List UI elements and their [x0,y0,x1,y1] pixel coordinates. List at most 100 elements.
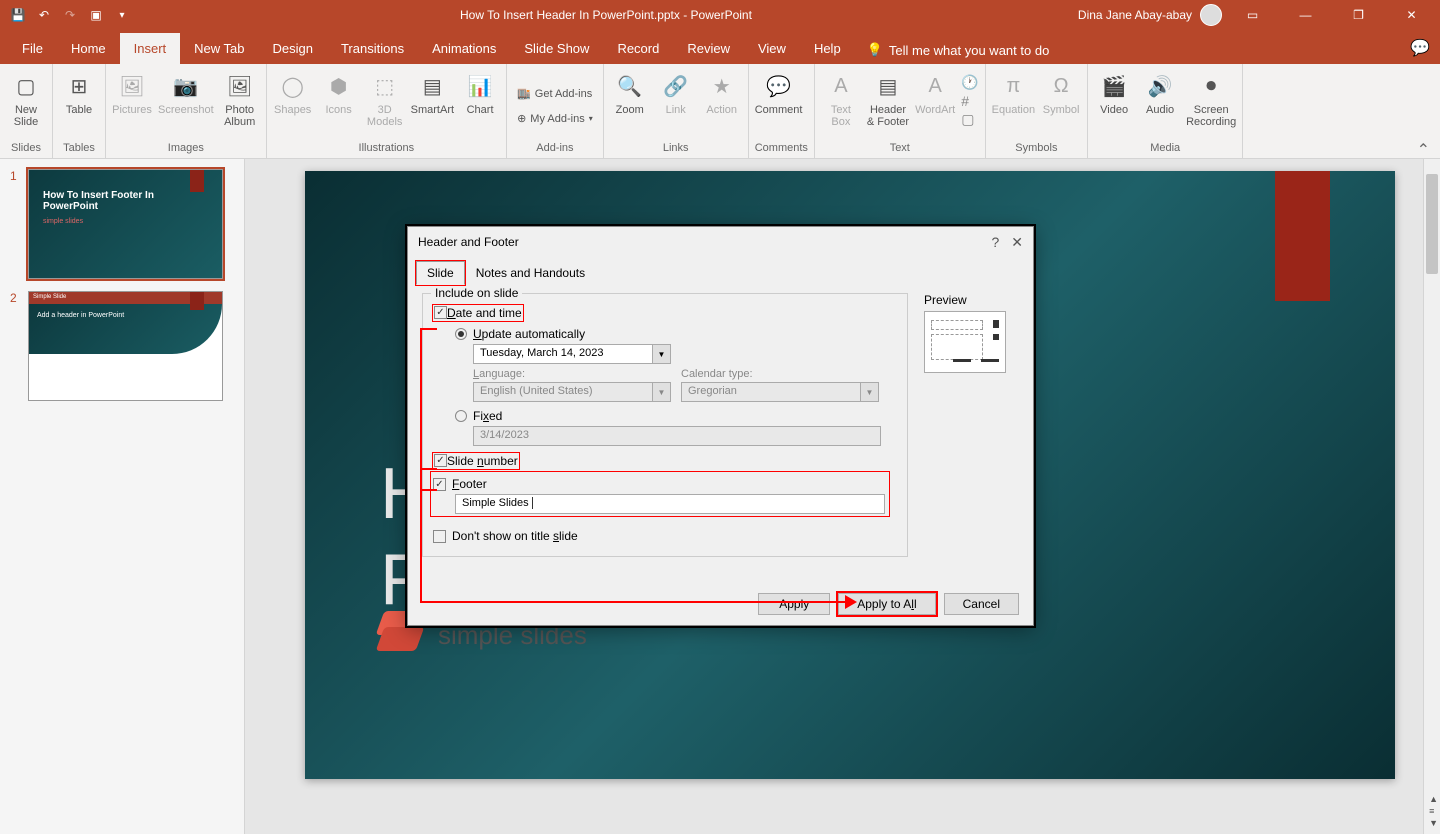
tab-insert[interactable]: Insert [120,33,181,64]
chart-button[interactable]: 📊Chart [460,70,500,116]
chevron-down-icon[interactable]: ▼ [652,345,670,363]
wordart-icon: A [919,70,951,102]
photo-album-icon: 🖼 [224,70,256,102]
group-addins-label: Add-ins [513,142,597,156]
apply-button[interactable]: Apply [758,593,830,615]
link-button[interactable]: 🔗Link [656,70,696,116]
3d-models-button[interactable]: ⬚3D Models [365,70,405,128]
tab-help[interactable]: Help [800,33,855,64]
chevron-down-icon[interactable]: ▼ [860,383,878,401]
ribbon-display-icon[interactable]: ▭ [1230,0,1275,30]
zoom-button[interactable]: 🔍Zoom [610,70,650,116]
group-slides-label: Slides [6,142,46,156]
close-icon[interactable]: ✕ [1389,0,1434,30]
icons-button[interactable]: ⬢Icons [319,70,359,116]
slide-number-checkbox[interactable] [434,454,447,467]
maximize-icon[interactable]: ❐ [1336,0,1381,30]
pictures-button[interactable]: 🖼Pictures [112,70,152,116]
dialog-help-icon[interactable]: ? [991,234,999,251]
video-icon: 🎬 [1098,70,1130,102]
header-footer-button[interactable]: ▤Header & Footer [867,70,909,128]
save-icon[interactable]: 💾 [6,3,30,27]
bulb-icon: 💡 [867,42,883,58]
textbox-button[interactable]: AText Box [821,70,861,128]
dialog-tab-slide[interactable]: Slide [416,261,465,285]
wordart-button[interactable]: AWordArt [915,70,955,116]
get-addins-button[interactable]: 🏬Get Add-ins [513,85,596,102]
thumbnail-2[interactable]: 2 Simple Slide Add a header in PowerPoin… [10,291,234,401]
tab-file[interactable]: File [8,33,57,64]
tab-animations[interactable]: Animations [418,33,510,64]
tab-home[interactable]: Home [57,33,120,64]
shapes-button[interactable]: ◯Shapes [273,70,313,116]
audio-button[interactable]: 🔊Audio [1140,70,1180,116]
tab-view[interactable]: View [744,33,800,64]
fixed-label: Fixed [473,409,502,423]
date-time-icon[interactable]: 🕐 [961,74,978,91]
fit-slide-icon[interactable]: ▲≡▼ [1429,794,1438,828]
annotation-line [420,468,437,470]
smartart-button[interactable]: ▤SmartArt [411,70,454,116]
date-time-checkbox[interactable] [434,306,447,319]
thumbnail-1[interactable]: 1 How To Insert Footer In PowerPoint sim… [10,169,234,279]
screenshot-button[interactable]: 📷Screenshot [158,70,214,116]
dont-show-title-checkbox[interactable] [433,530,446,543]
icons-icon: ⬢ [323,70,355,102]
object-icon[interactable]: ▢ [961,111,978,128]
fixed-date-input[interactable]: 3/14/2023 [473,426,881,446]
screen-recording-button[interactable]: ⏺Screen Recording [1186,70,1236,128]
collapse-ribbon-icon[interactable]: ⌃ [1417,140,1430,160]
tab-slideshow[interactable]: Slide Show [510,33,603,64]
action-button[interactable]: ★Action [702,70,742,116]
dialog-tab-notes[interactable]: Notes and Handouts [465,261,596,285]
language-combo[interactable]: English (United States)▼ [473,382,671,402]
tab-newtab[interactable]: New Tab [180,33,258,64]
slide-number-icon[interactable]: # [961,93,978,109]
minimize-icon[interactable]: — [1283,0,1328,30]
video-button[interactable]: 🎬Video [1094,70,1134,116]
photo-album-button[interactable]: 🖼Photo Album [220,70,260,128]
date-format-combo[interactable]: Tuesday, March 14, 2023▼ [473,344,671,364]
footer-text-input[interactable]: Simple Slides [455,494,885,514]
footer-label: Footer [452,477,487,491]
undo-icon[interactable]: ↶ [32,3,56,27]
header-footer-icon: ▤ [872,70,904,102]
comment-icon: 💬 [763,70,795,102]
slide-decoration-ribbon [1275,171,1330,301]
cancel-button[interactable]: Cancel [944,593,1019,615]
user-avatar[interactable] [1200,4,1222,26]
update-auto-label: Update automatically [473,327,585,341]
audio-icon: 🔊 [1144,70,1176,102]
equation-button[interactable]: πEquation [992,70,1035,116]
group-links-label: Links [610,142,742,156]
dont-show-title-label: Don't show on title slide [452,529,578,543]
smartart-icon: ▤ [416,70,448,102]
date-time-label: Date and time [447,306,522,320]
tab-record[interactable]: Record [603,33,673,64]
redo-icon[interactable]: ↷ [58,3,82,27]
my-addins-button[interactable]: ⊕My Add-ins▾ [513,110,597,127]
annotation-line [420,328,437,330]
fixed-radio[interactable] [455,410,467,422]
dialog-close-icon[interactable]: ✕ [1011,234,1023,251]
symbol-button[interactable]: ΩSymbol [1041,70,1081,116]
tab-review[interactable]: Review [673,33,744,64]
pictures-icon: 🖼 [116,70,148,102]
vertical-scrollbar[interactable]: ▲≡▼ [1423,159,1440,834]
comment-button[interactable]: 💬Comment [755,70,803,116]
qat-customize-icon[interactable]: ▾ [110,3,134,27]
update-auto-radio[interactable] [455,328,467,340]
calendar-combo[interactable]: Gregorian▼ [681,382,879,402]
table-icon: ⊞ [63,70,95,102]
language-label: Language: [473,368,671,380]
table-button[interactable]: ⊞Table [59,70,99,116]
share-icon[interactable]: 💬 [1410,38,1430,58]
chevron-down-icon[interactable]: ▼ [652,383,670,401]
start-from-beginning-icon[interactable]: ▣ [84,3,108,27]
tab-design[interactable]: Design [259,33,327,64]
new-slide-button[interactable]: ▢New Slide [6,70,46,128]
tab-transitions[interactable]: Transitions [327,33,418,64]
tell-me-search[interactable]: 💡 Tell me what you want to do [867,42,1050,64]
annotation-arrow [420,601,850,603]
new-slide-icon: ▢ [10,70,42,102]
